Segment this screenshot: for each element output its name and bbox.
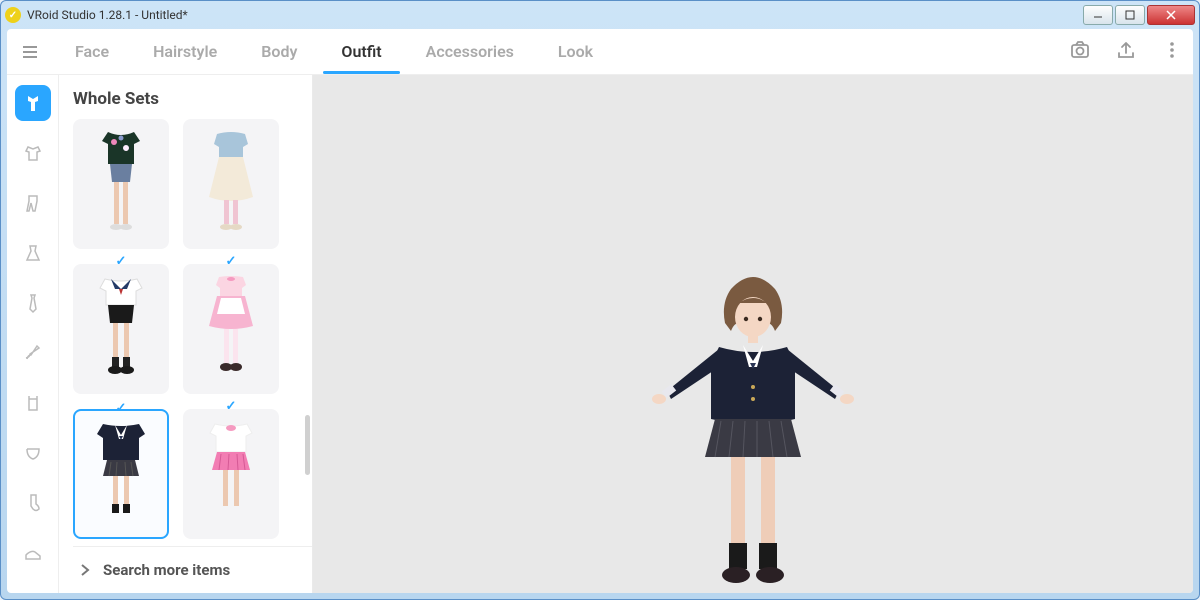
menu-button[interactable] <box>7 42 53 62</box>
main-tabs: Face Hairstyle Body Outfit Accessories L… <box>53 29 1069 74</box>
app-content: Face Hairstyle Body Outfit Accessories L… <box>7 29 1193 593</box>
upload-icon <box>1115 39 1137 61</box>
panel-title: Whole Sets <box>73 89 312 109</box>
close-icon <box>1165 9 1177 21</box>
outfit-thumb-tropical[interactable]: ✓ <box>73 119 169 249</box>
tab-face[interactable]: Face <box>53 29 131 74</box>
maximize-icon <box>1125 10 1135 20</box>
minimize-button[interactable] <box>1083 5 1113 25</box>
sidebar-item-tops[interactable] <box>15 135 51 171</box>
socks-icon <box>22 492 44 514</box>
underwear-icon <box>22 442 44 464</box>
items-panel: Whole Sets ✓ ✓ <box>59 75 313 593</box>
app-icon: ✓ <box>5 7 21 23</box>
outfit-preview <box>81 124 161 244</box>
sidebar-item-bottoms[interactable] <box>15 185 51 221</box>
minimize-icon <box>1093 10 1103 20</box>
export-button[interactable] <box>1115 39 1137 65</box>
character-model <box>623 261 883 593</box>
check-icon: ✓ <box>226 119 237 124</box>
whole-sets-icon <box>22 92 44 114</box>
sidebar-item-socks[interactable] <box>15 485 51 521</box>
tab-outfit[interactable]: Outfit <box>319 29 403 74</box>
tab-accessories[interactable]: Accessories <box>404 29 536 74</box>
tab-look[interactable]: Look <box>536 29 615 74</box>
search-more-button[interactable]: Search more items <box>73 546 312 593</box>
check-icon: ✓ <box>116 254 127 269</box>
outfit-thumb-blazer[interactable]: ✓ <box>73 409 169 539</box>
sidebar-item-shoes[interactable] <box>15 535 51 571</box>
outfit-preview <box>81 414 161 534</box>
maximize-button[interactable] <box>1115 5 1145 25</box>
more-button[interactable] <box>1161 39 1183 65</box>
outfit-preview <box>191 124 271 244</box>
search-more-label: Search more items <box>103 561 230 579</box>
viewport-3d[interactable] <box>313 75 1193 593</box>
camera-icon <box>1069 39 1091 61</box>
category-sidebar <box>7 75 59 593</box>
scrollbar-handle[interactable] <box>305 415 310 475</box>
close-button[interactable] <box>1147 5 1195 25</box>
check-icon: ✓ <box>226 399 237 414</box>
camera-button[interactable] <box>1069 39 1091 65</box>
app-window: ✓ VRoid Studio 1.28.1 - Untitled* Face H… <box>0 0 1200 600</box>
sidebar-item-necktie[interactable] <box>15 285 51 321</box>
check-icon: ✓ <box>116 119 127 124</box>
outfit-preview <box>191 269 271 389</box>
outfit-thumb-summer-dress[interactable]: ✓ <box>183 119 279 249</box>
topbar: Face Hairstyle Body Outfit Accessories L… <box>7 29 1193 75</box>
necktie-icon <box>22 292 44 314</box>
shoes-icon <box>22 542 44 564</box>
check-icon: ✓ <box>226 254 237 269</box>
sidebar-item-innerwear[interactable] <box>15 385 51 421</box>
tops-icon <box>22 142 44 164</box>
sidebar-item-brush[interactable] <box>15 335 51 371</box>
window-controls <box>1081 5 1195 25</box>
outfit-thumb-pink-uniform[interactable]: ✓ <box>183 409 279 539</box>
main-area: Whole Sets ✓ ✓ <box>7 75 1193 593</box>
innerwear-icon <box>22 392 44 414</box>
titlebar[interactable]: ✓ VRoid Studio 1.28.1 - Untitled* <box>1 1 1199 29</box>
sidebar-item-dress[interactable] <box>15 235 51 271</box>
sidebar-item-underwear[interactable] <box>15 435 51 471</box>
check-icon: ✓ <box>116 401 127 416</box>
sidebar-item-whole-sets[interactable] <box>15 85 51 121</box>
outfit-thumb-maid[interactable]: ✓ <box>183 264 279 394</box>
tab-hairstyle[interactable]: Hairstyle <box>131 29 239 74</box>
window-title: VRoid Studio 1.28.1 - Untitled* <box>27 8 1081 22</box>
outfit-preview <box>81 269 161 389</box>
outfit-thumb-sailor[interactable]: ✓ <box>73 264 169 394</box>
tab-body[interactable]: Body <box>239 29 319 74</box>
hamburger-icon <box>20 42 40 62</box>
top-actions <box>1069 39 1193 65</box>
dress-icon <box>22 242 44 264</box>
brush-icon <box>22 342 44 364</box>
chevron-right-icon <box>79 564 91 576</box>
outfit-preview <box>191 414 271 534</box>
outfit-grid: ✓ ✓ <box>73 119 312 546</box>
bottoms-icon <box>22 192 44 214</box>
kebab-icon <box>1161 39 1183 61</box>
